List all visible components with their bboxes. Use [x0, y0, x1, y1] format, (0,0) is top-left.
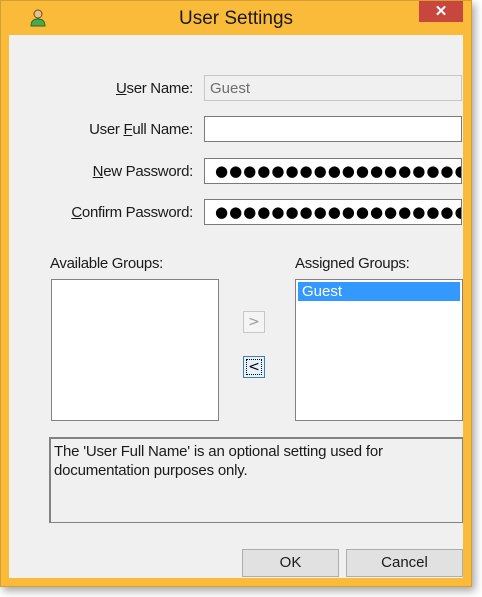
info-text: The 'User Full Name' is an optional sett… [49, 437, 463, 523]
confirm-password-label: Confirm Password: [71, 204, 193, 221]
close-icon[interactable]: ✕ [419, 1, 463, 22]
assigned-groups-list[interactable]: Guest [295, 279, 463, 421]
full-name-label: User Full Name: [89, 121, 193, 138]
confirm-password-field[interactable]: ●●●●●●●●●●●●●●●●●● [204, 199, 462, 225]
assigned-groups-label: Assigned Groups: [295, 255, 410, 272]
window-frame-bottom [1, 578, 471, 586]
list-item[interactable]: Guest [298, 282, 460, 301]
window-title: User Settings [178, 8, 294, 29]
cancel-button[interactable]: Cancel [346, 549, 463, 577]
user-name-field: Guest [204, 75, 462, 101]
add-group-button[interactable]: > [243, 311, 265, 333]
new-password-label: New Password: [92, 163, 194, 180]
ok-button[interactable]: OK [242, 549, 339, 577]
user-name-label: User Name: [115, 80, 193, 97]
new-password-field[interactable]: ●●●●●●●●●●●●●●●●●● [204, 158, 462, 184]
window-frame-right [463, 35, 471, 586]
title-bar[interactable]: User Settings ✕ [1, 1, 471, 35]
available-groups-list[interactable] [51, 279, 219, 421]
window-frame-left [1, 35, 9, 586]
remove-group-button[interactable]: < [243, 356, 265, 378]
available-groups-label: Available Groups: [50, 255, 164, 272]
focus-rectangle [246, 359, 262, 375]
user-settings-dialog: User Settings ✕ User Name: Guest User Fu… [0, 0, 472, 587]
full-name-field[interactable] [204, 116, 462, 142]
